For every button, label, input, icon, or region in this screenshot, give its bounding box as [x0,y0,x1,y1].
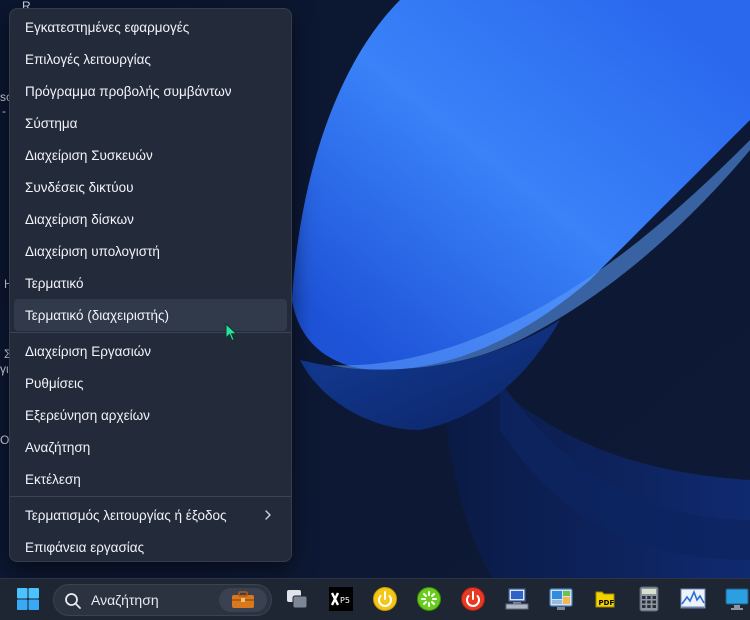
menu-item-label: Επιφάνεια εργασίας [25,539,145,555]
svg-text:P5: P5 [340,596,350,605]
menu-item-label: Διαχείριση Εργασιών [25,343,152,359]
desktop: R sc - Η Σ γι Ο Εγκατεστημένες εφαρμογές… [0,0,750,620]
menu-item-label: Σύστημα [25,115,78,131]
menu-item-settings[interactable]: Ρυθμίσεις [14,367,287,399]
menu-item-file-explorer[interactable]: Εξερεύνηση αρχείων [14,399,287,431]
desktop-label-fragment: γι [0,362,9,376]
chevron-right-icon [265,510,271,520]
windows-start-icon[interactable] [13,584,43,614]
menu-item-label: Πρόγραμμα προβολής συμβάντων [25,83,232,99]
menu-separator [10,496,291,497]
menu-item-desktop[interactable]: Επιφάνεια εργασίας [14,531,287,563]
red-power-icon[interactable] [458,584,488,614]
yellow-power-icon[interactable] [370,584,400,614]
menu-item-label: Εξερεύνηση αρχείων [25,407,150,423]
winx-context-menu: Εγκατεστημένες εφαρμογές Επιλογές λειτου… [9,8,292,562]
search-icon [65,593,81,609]
xp5-app-icon[interactable]: P5 [326,584,356,614]
search-highlight[interactable] [219,588,267,612]
svg-text:PDF: PDF [599,599,615,607]
menu-item-label: Επιλογές λειτουργίας [25,51,151,67]
menu-item-label: Τερματικό (διαχειριστής) [25,307,169,323]
menu-item-terminal[interactable]: Τερματικό [14,267,287,299]
desktop-label-fragment: Ο [0,433,10,447]
menu-item-computer-management[interactable]: Διαχείριση υπολογιστή [14,235,287,267]
menu-item-label: Εκτέλεση [25,471,81,487]
green-app-icon[interactable] [414,584,444,614]
menu-separator [10,332,291,333]
menu-item-shutdown-signout[interactable]: Τερματισμός λειτουργίας ή έξοδος [14,499,287,531]
menu-item-system[interactable]: Σύστημα [14,107,287,139]
display-icon[interactable] [722,584,750,614]
network-monitor-icon[interactable] [502,584,532,614]
menu-item-label: Συνδέσεις δικτύου [25,179,134,195]
menu-item-label: Ρυθμίσεις [25,375,84,391]
taskbar-search-box[interactable]: Αναζήτηση [53,584,272,616]
taskbar: Αναζήτηση P5 PDF [0,578,750,620]
menu-item-search[interactable]: Αναζήτηση [14,431,287,463]
menu-item-label: Διαχείριση υπολογιστή [25,243,160,259]
briefcase-icon [232,591,254,608]
menu-item-label: Αναζήτηση [25,439,91,455]
remote-desktop-icon[interactable] [546,584,576,614]
menu-item-label: Τερματικό [25,275,84,291]
menu-item-disk-management[interactable]: Διαχείριση δίσκων [14,203,287,235]
performance-monitor-icon[interactable] [678,584,708,614]
menu-item-terminal-admin[interactable]: Τερματικό (διαχειριστής) [14,299,287,331]
menu-item-device-manager[interactable]: Διαχείριση Συσκευών [14,139,287,171]
menu-item-label: Διαχείριση δίσκων [25,211,134,227]
menu-item-power-options[interactable]: Επιλογές λειτουργίας [14,43,287,75]
menu-item-installed-apps[interactable]: Εγκατεστημένες εφαρμογές [14,11,287,43]
search-placeholder: Αναζήτηση [91,592,159,608]
task-view-icon[interactable] [282,584,312,614]
desktop-label-fragment: - [2,104,6,118]
menu-item-task-manager[interactable]: Διαχείριση Εργασιών [14,335,287,367]
pdf-icon[interactable]: PDF [590,584,620,614]
menu-item-label: Τερματισμός λειτουργίας ή έξοδος [25,507,227,523]
menu-item-run[interactable]: Εκτέλεση [14,463,287,495]
mouse-cursor-icon [225,323,238,342]
calculator-icon[interactable] [634,584,664,614]
menu-item-label: Εγκατεστημένες εφαρμογές [25,19,190,35]
menu-item-label: Διαχείριση Συσκευών [25,147,153,163]
menu-item-event-viewer[interactable]: Πρόγραμμα προβολής συμβάντων [14,75,287,107]
menu-item-network-connections[interactable]: Συνδέσεις δικτύου [14,171,287,203]
